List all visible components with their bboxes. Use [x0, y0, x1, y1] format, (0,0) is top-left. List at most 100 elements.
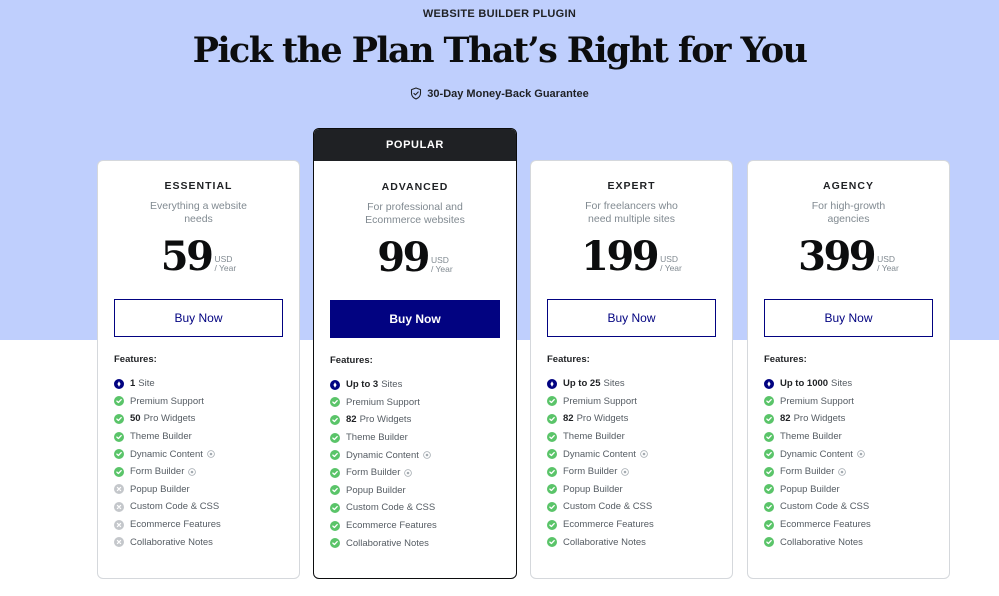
feature-text: Popup Builder [130, 483, 190, 495]
feature-text: Form Builder [563, 466, 618, 478]
feature-text: Premium Support [346, 396, 420, 408]
feature-text: Site [138, 378, 155, 390]
check-icon [764, 484, 774, 495]
features-label: Features: [764, 354, 807, 365]
buy-now-button[interactable]: Buy Now [764, 299, 933, 337]
feature-item: Popup Builder [330, 482, 500, 500]
check-icon [114, 413, 124, 424]
feature-item: Popup Builder [764, 481, 933, 499]
feature-highlight: 82 [780, 413, 791, 425]
feature-item: Ecommerce Features [764, 516, 933, 534]
price-unit: USD / Year [877, 255, 899, 273]
cross-icon [114, 484, 124, 495]
cross-icon [114, 501, 124, 512]
feature-item: Up to 25 Sites [547, 375, 716, 393]
check-icon [330, 485, 340, 496]
feature-item: Dynamic Content [764, 445, 933, 463]
feature-item: Form Builder [764, 463, 933, 481]
feature-text: Sites [831, 378, 853, 390]
feature-highlight: Up to 1000 [780, 378, 829, 390]
check-icon [114, 431, 124, 442]
check-icon [547, 431, 557, 442]
feature-text: Collaborative Notes [563, 536, 646, 548]
check-icon [330, 502, 340, 513]
plan-description: For high-growth agencies [811, 200, 886, 225]
feature-item: Ecommerce Features [547, 516, 716, 534]
plan-description: For freelancers who need multiple sites [585, 200, 678, 225]
check-icon [114, 396, 124, 407]
feature-text: Ecommerce Features [346, 520, 437, 532]
info-icon[interactable] [404, 468, 413, 477]
plan-name: ADVANCED [381, 181, 449, 193]
feature-text: Pro Widgets [576, 413, 629, 425]
check-icon [764, 537, 774, 548]
feature-item: Popup Builder [114, 481, 283, 499]
info-icon[interactable] [423, 451, 431, 459]
feature-item: 50 Pro Widgets [114, 410, 283, 428]
feature-text: Sites [381, 379, 403, 391]
check-icon [547, 413, 557, 424]
feature-text: Ecommerce Features [130, 519, 221, 531]
feature-text: Theme Builder [780, 431, 842, 443]
feature-highlight: Up to 3 [346, 379, 379, 391]
check-icon [330, 397, 340, 408]
feature-text: Popup Builder [346, 484, 406, 496]
feature-item: Dynamic Content [114, 445, 283, 463]
feature-item: Dynamic Content [330, 446, 500, 464]
feature-text: Collaborative Notes [780, 536, 863, 548]
info-icon[interactable] [838, 467, 847, 476]
check-icon [114, 466, 124, 477]
info-icon[interactable] [207, 450, 215, 458]
feature-item: Custom Code & CSS [330, 499, 500, 517]
check-icon [547, 501, 557, 512]
feature-item: Premium Support [330, 394, 500, 412]
info-icon[interactable] [621, 467, 630, 476]
buy-now-button[interactable]: Buy Now [547, 299, 716, 337]
check-icon [547, 396, 557, 407]
features-label: Features: [547, 354, 590, 365]
feature-text: Sites [603, 378, 625, 390]
feature-highlight: 1 [130, 378, 136, 390]
check-icon [330, 432, 340, 443]
price-period: / Year [430, 264, 453, 274]
feature-text: Form Builder [130, 466, 185, 478]
check-icon [330, 450, 340, 461]
check-icon [330, 538, 340, 549]
check-icon [330, 467, 340, 478]
guarantee-badge: 30-Day Money-Back Guarantee [0, 87, 999, 100]
check-icon [547, 537, 557, 548]
check-icon [764, 431, 774, 442]
feature-item: Up to 3 Sites [330, 376, 500, 394]
feature-item: Dynamic Content [547, 445, 716, 463]
feature-text: Dynamic Content [346, 449, 419, 461]
features-label: Features: [330, 355, 373, 366]
check-icon [114, 449, 124, 460]
eyebrow-label: WEBSITE BUILDER PLUGIN [422, 8, 577, 20]
buy-now-button[interactable]: Buy Now [330, 300, 500, 338]
feature-text: Dynamic Content [780, 448, 853, 460]
plan-name: AGENCY [823, 180, 874, 192]
check-icon [547, 519, 557, 530]
info-icon[interactable] [188, 467, 197, 476]
feature-item: Custom Code & CSS [764, 498, 933, 516]
feature-highlight: 82 [346, 414, 357, 426]
cross-icon [114, 537, 124, 548]
plan-description: For professional and Ecommerce websites [365, 201, 465, 226]
feature-text: Custom Code & CSS [130, 501, 220, 513]
feature-list: Up to 25 Sites Premium Support 82 Pro Wi… [547, 375, 716, 551]
price-unit: USD / Year [431, 256, 453, 274]
price-unit: USD / Year [660, 255, 682, 273]
feature-list: 1 Site Premium Support 50 Pro Widgets Th… [114, 375, 283, 551]
buy-now-button[interactable]: Buy Now [114, 299, 283, 337]
check-icon [764, 519, 774, 530]
feature-text: Theme Builder [130, 431, 192, 443]
feature-text: Pro Widgets [359, 414, 412, 426]
price-amount: 59 [160, 233, 214, 280]
feature-item: Up to 1000 Sites [764, 375, 933, 393]
feature-text: Pro Widgets [143, 413, 196, 425]
feature-text: Premium Support [780, 395, 854, 407]
info-icon[interactable] [640, 450, 648, 458]
info-icon[interactable] [857, 450, 865, 458]
feature-item: Collaborative Notes [547, 533, 716, 551]
feature-item: Theme Builder [764, 428, 933, 446]
